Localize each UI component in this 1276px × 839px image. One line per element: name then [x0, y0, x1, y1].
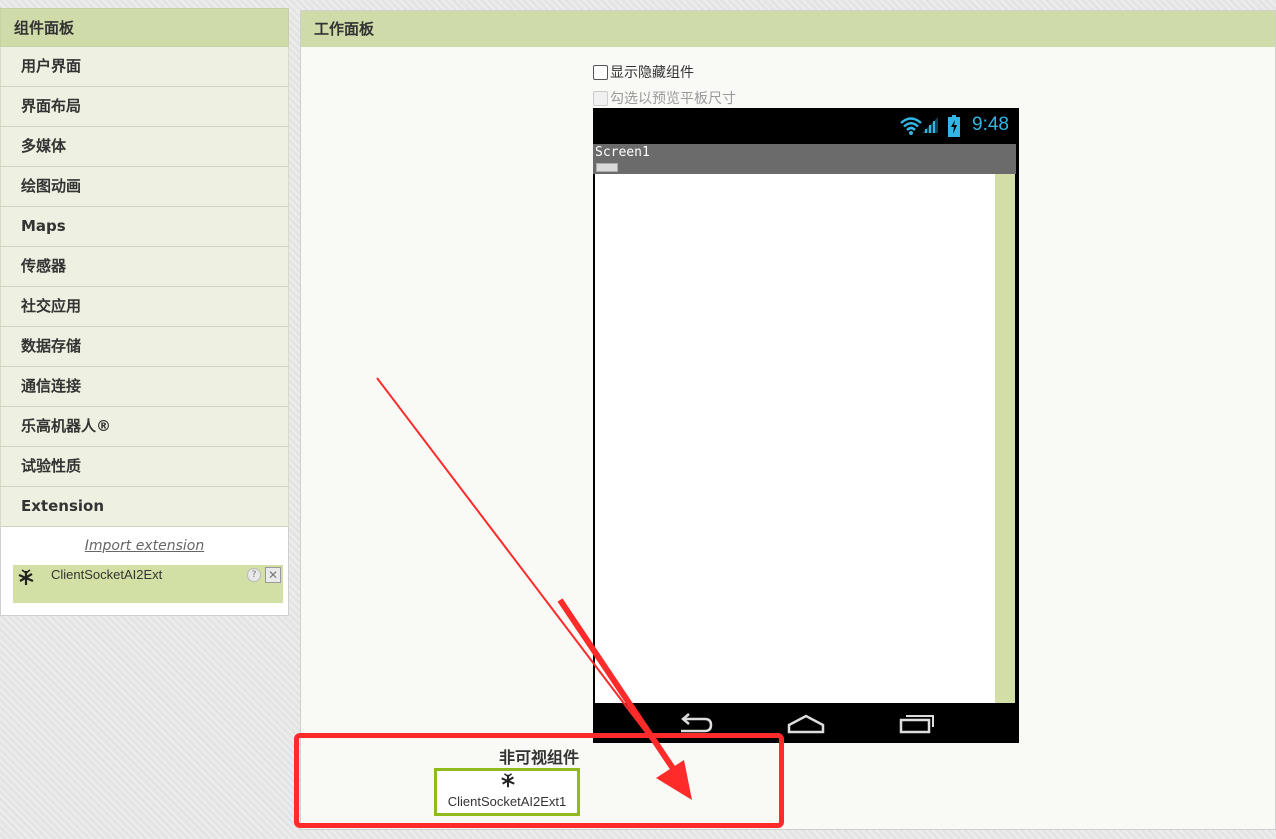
non-visible-components-area: 非可视组件 ClientSocketAI2Ext1: [294, 733, 784, 828]
palette-title: 组件面板: [0, 8, 289, 47]
palette-panel: 组件面板 用户界面 界面布局 多媒体 绘图动画 Maps 传感器 社交应用 数据…: [0, 8, 289, 616]
delete-extension-icon[interactable]: ✕: [265, 567, 281, 583]
tablet-preview-label: 勾选以预览平板尺寸: [610, 91, 736, 107]
category-storage[interactable]: 数据存储: [0, 327, 289, 367]
status-bar: 9:48: [593, 108, 1019, 144]
tablet-preview-checkbox: [593, 90, 608, 106]
wifi-icon: [899, 116, 923, 140]
non-visible-components-label: 非可视组件: [498, 748, 579, 767]
show-hidden-checkbox[interactable]: [593, 64, 608, 80]
extension-component-item[interactable]: ClientSocketAI2Ext ? ✕: [13, 565, 283, 603]
screen-title-widget: [596, 163, 618, 172]
category-experimental[interactable]: 试验性质: [0, 447, 289, 487]
tablet-preview-row: 勾选以预览平板尺寸: [593, 88, 736, 108]
category-connectivity[interactable]: 通信连接: [0, 367, 289, 407]
workspace-title: 工作面板: [301, 11, 1275, 47]
non-visible-component-item[interactable]: ClientSocketAI2Ext1: [434, 768, 580, 816]
palette-category-list: 用户界面 界面布局 多媒体 绘图动画 Maps 传感器 社交应用 数据存储 通信…: [0, 47, 289, 527]
screen-title-bar: Screen1: [593, 144, 1016, 174]
category-media[interactable]: 多媒体: [0, 127, 289, 167]
extension-component-name: ClientSocketAI2Ext: [51, 567, 163, 582]
show-hidden-components-row[interactable]: 显示隐藏组件: [593, 62, 694, 82]
category-maps[interactable]: Maps: [0, 207, 289, 247]
screen-scrollbar[interactable]: [995, 174, 1015, 703]
category-user-interface[interactable]: 用户界面: [0, 47, 289, 87]
phone-preview: 9:48 Screen1: [593, 108, 1019, 743]
show-hidden-label: 显示隐藏组件: [610, 65, 694, 81]
extension-icon: [499, 772, 517, 790]
extension-panel: Import extension ClientSocketAI2Ext ? ✕: [0, 527, 289, 616]
home-icon: [787, 713, 825, 739]
category-sensors[interactable]: 传感器: [0, 247, 289, 287]
screen-title: Screen1: [595, 145, 650, 160]
non-visible-component-name: ClientSocketAI2Ext1: [447, 794, 567, 809]
category-social[interactable]: 社交应用: [0, 287, 289, 327]
status-time: 9:48: [972, 114, 1009, 135]
category-extension[interactable]: Extension: [0, 487, 289, 527]
signal-icon: [921, 116, 939, 138]
import-extension-link[interactable]: Import extension: [1, 538, 288, 554]
screen-canvas[interactable]: [595, 174, 995, 703]
category-lego[interactable]: 乐高机器人®: [0, 407, 289, 447]
category-drawing-animation[interactable]: 绘图动画: [0, 167, 289, 207]
category-layout[interactable]: 界面布局: [0, 87, 289, 127]
workspace-panel: 工作面板 显示隐藏组件 勾选以预览平板尺寸 9:48 Screen1: [300, 10, 1276, 830]
help-icon[interactable]: ?: [247, 568, 261, 582]
extension-icon: [16, 568, 36, 588]
recent-apps-icon: [899, 712, 935, 738]
battery-icon: [948, 115, 960, 141]
